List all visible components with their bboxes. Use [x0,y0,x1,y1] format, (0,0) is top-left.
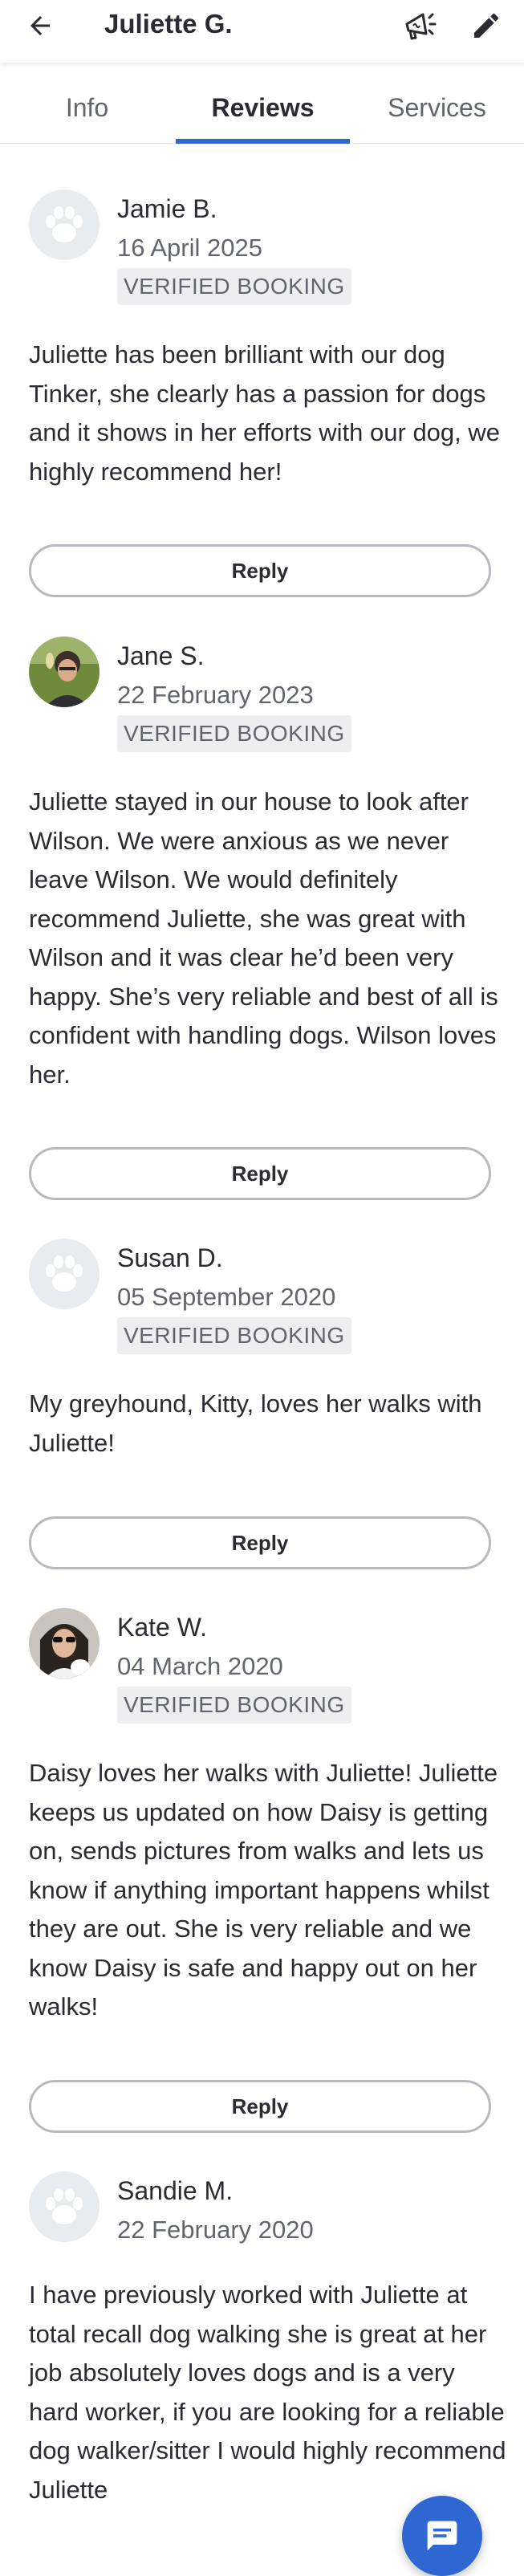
tab-services[interactable]: Services [350,72,524,143]
chat-button[interactable] [402,2496,482,2576]
paw-icon [46,206,83,242]
review-date: 22 February 2020 [117,2216,314,2244]
reviewer-name: Jamie B. [117,194,217,223]
verified-badge: VERIFIED BOOKING [117,1317,351,1354]
reviewer-name: Susan D. [117,1243,223,1272]
reviewer-name: Sandie M. [117,2176,234,2205]
megaphone-icon [405,13,437,40]
review-date: 05 September 2020 [117,1283,336,1311]
paw-icon [46,1255,83,1292]
promote-button[interactable] [396,3,441,48]
reply-button[interactable]: Reply [29,1147,491,1200]
tab-reviews[interactable]: Reviews [176,72,350,143]
reviewer-name: Jane S. [117,641,205,670]
back-button[interactable] [22,8,58,43]
verified-badge: VERIFIED BOOKING [117,268,351,305]
avatar-photo [29,637,100,707]
app-header: Juliette G. [0,0,524,63]
avatar-photo [29,1608,100,1679]
tab-info[interactable]: Info [0,72,174,143]
paw-icon [46,2188,83,2224]
profile-tabs: Info Reviews Services [0,72,524,144]
verified-badge: VERIFIED BOOKING [117,715,351,752]
arrow-left-icon [30,16,50,35]
review-date: 16 April 2025 [117,234,262,262]
reply-button[interactable]: Reply [29,544,491,597]
avatar [29,637,100,707]
review-date: 22 February 2023 [117,681,314,709]
active-tab-indicator [176,139,350,144]
review-date: 04 March 2020 [117,1652,283,1680]
reply-button[interactable]: Reply [29,2080,491,2133]
review-text: My greyhound, Kitty, loves her walks wit… [29,1390,482,1457]
verified-badge: VERIFIED BOOKING [117,1687,351,1723]
avatar [29,189,100,260]
review-text: Juliette has been brilliant with our dog… [29,340,501,486]
pencil-icon [474,13,499,38]
avatar [29,1239,100,1309]
reply-button[interactable]: Reply [29,1516,491,1569]
edit-button[interactable] [465,5,507,47]
review-text: Daisy loves her walks with Juliette! Jul… [29,1759,498,2021]
reviewer-name: Kate W. [117,1613,208,1642]
review-text: Juliette stayed in our house to look aft… [29,787,498,1089]
avatar [29,1608,100,1679]
page-title: Juliette G. [104,9,233,39]
avatar [29,2171,100,2242]
chat-bubble-icon [427,2521,457,2551]
review-text: I have previously worked with Juliette a… [29,2281,506,2504]
